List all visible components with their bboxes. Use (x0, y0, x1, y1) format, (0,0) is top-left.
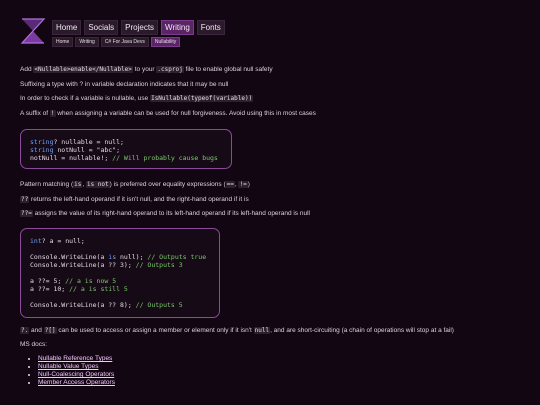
code-text: Console.WriteLine(a ?? 3); (30, 261, 136, 269)
code-comment: // Outputs true (147, 253, 207, 261)
code-comment: // Outputs 5 (135, 301, 183, 309)
code-text: Console.WriteLine(a ?? 8); (30, 301, 136, 309)
code-line: a ??= 10; // a is still 5 (30, 285, 128, 293)
inline-code: ?[] (43, 327, 57, 334)
code-block-1: string? nullable = null; string notNull … (20, 129, 232, 169)
text: ) is preferred over equality expressions… (109, 181, 226, 188)
code-line: int? a = null; (30, 237, 85, 245)
site-logo[interactable] (20, 17, 46, 45)
code-line: notNull = nullable!; // Will probably ca… (30, 154, 218, 162)
breadcrumb-csharp-for-java-devs[interactable]: C# For Java Devs (100, 37, 149, 47)
text: file to enable global null safety (183, 66, 273, 73)
nav-home[interactable]: Home (52, 20, 82, 35)
paragraph-member-access: ?. and ?[] can be used to access or assi… (20, 327, 454, 334)
text: ) (247, 181, 250, 188)
code-comment: // a is still 5 (69, 285, 128, 293)
code-block-2: int? a = null; Console.WriteLine(a is nu… (20, 228, 220, 318)
paragraph-null-forgiveness: A suffix of ! when assigning a variable … (20, 110, 316, 117)
link-nullable-value-types[interactable]: Nullable Value Types (38, 363, 98, 370)
breadcrumb: Home Writing C# For Java Devs Nullabilit… (52, 37, 181, 47)
link-null-coalescing-operators[interactable]: Null-Coalescing Operators (38, 371, 114, 378)
link-member-access-operators[interactable]: Member Access Operators (38, 379, 115, 386)
paragraph-null-coalescing: ?? returns the left-hand operand if it i… (20, 196, 249, 203)
inline-code: ?? (20, 196, 30, 203)
inline-code: is (73, 181, 83, 188)
code-keyword: string (30, 146, 54, 154)
code-text: a ??= 10; (30, 285, 70, 293)
inline-code: != (238, 181, 248, 188)
code-comment: // Will probably cause bugs (112, 154, 218, 162)
main-nav: Home Socials Projects Writing Fonts (52, 20, 225, 35)
inline-code: is not (85, 181, 110, 188)
paragraph-pattern-matching: Pattern matching (is, is not) is preferr… (20, 181, 250, 188)
ms-docs-heading: MS docs: (20, 341, 48, 348)
code-keyword: int (30, 237, 42, 245)
breadcrumb-writing[interactable]: Writing (75, 37, 99, 47)
code-line: a ??= 5; // a is now 5 (30, 277, 116, 285)
code-text: a ??= 5; (30, 277, 66, 285)
paragraph-suffix-type: Suffixing a type with ? in variable decl… (20, 81, 229, 88)
code-keyword: is (108, 253, 117, 261)
link-nullable-reference-types[interactable]: Nullable Reference Types (38, 355, 112, 362)
code-text: ? nullable = null; (53, 138, 124, 146)
breadcrumb-nullability[interactable]: Nullability (150, 37, 181, 47)
paragraph-null-coalescing-assignment: ??= assigns the value of its right-hand … (20, 210, 310, 217)
text: Add (20, 66, 34, 73)
code-keyword: string (30, 138, 54, 146)
code-line: string notNull = "abc"; (30, 146, 120, 154)
inline-code: IsNullable(typeof(variable)) (150, 95, 254, 102)
inline-code: null (253, 327, 271, 334)
inline-code: <Nullable>enable</Nullable> (33, 66, 133, 73)
code-text: ? a = null; (41, 237, 85, 245)
text: Pattern matching ( (20, 181, 74, 188)
paragraph-check-nullable: In order to check if a variable is nulla… (20, 95, 254, 102)
docs-links-list: Nullable Reference Types Nullable Value … (20, 355, 115, 387)
list-item: Nullable Reference Types (38, 355, 115, 363)
breadcrumb-home[interactable]: Home (52, 37, 74, 47)
code-line: Console.WriteLine(a is null); // Outputs… (30, 253, 206, 261)
text: when assigning a variable can be used fo… (55, 110, 316, 117)
nav-projects[interactable]: Projects (121, 20, 159, 35)
code-text: null); (116, 253, 148, 261)
code-text: Console.WriteLine(a (30, 253, 109, 261)
code-line: Console.WriteLine(a ?? 8); // Outputs 5 (30, 301, 183, 309)
text: returns the left-hand operand if it isn'… (29, 196, 249, 203)
code-line: Console.WriteLine(a ?? 3); // Outputs 3 (30, 261, 183, 269)
paragraph-enable-nullable: Add <Nullable>enable</Nullable> to your … (20, 66, 273, 73)
code-line: string? nullable = null; (30, 138, 124, 146)
code-comment: // Outputs 3 (135, 261, 183, 269)
text: A suffix of (20, 110, 50, 117)
inline-code: ??= (20, 210, 33, 217)
inline-code: == (225, 181, 235, 188)
list-item: Nullable Value Types (38, 363, 115, 371)
list-item: Null-Coalescing Operators (38, 371, 115, 379)
text: assigns the value of its right-hand oper… (32, 210, 310, 217)
text: to your (132, 66, 157, 73)
code-text: notNull = nullable!; (30, 154, 113, 162)
text: can be used to access or assign a member… (56, 327, 254, 334)
text: In order to check if a variable is nulla… (20, 95, 151, 102)
list-item: Member Access Operators (38, 379, 115, 387)
inline-code: ?. (20, 327, 30, 334)
text: and (29, 327, 44, 334)
nav-writing[interactable]: Writing (161, 20, 194, 35)
text: , and are short-circuiting (a chain of o… (270, 327, 454, 334)
code-comment: // a is now 5 (65, 277, 117, 285)
nav-socials[interactable]: Socials (84, 20, 119, 35)
nav-fonts[interactable]: Fonts (196, 20, 225, 35)
inline-code: .csproj (156, 66, 184, 73)
code-text: notNull = "abc"; (53, 146, 121, 154)
